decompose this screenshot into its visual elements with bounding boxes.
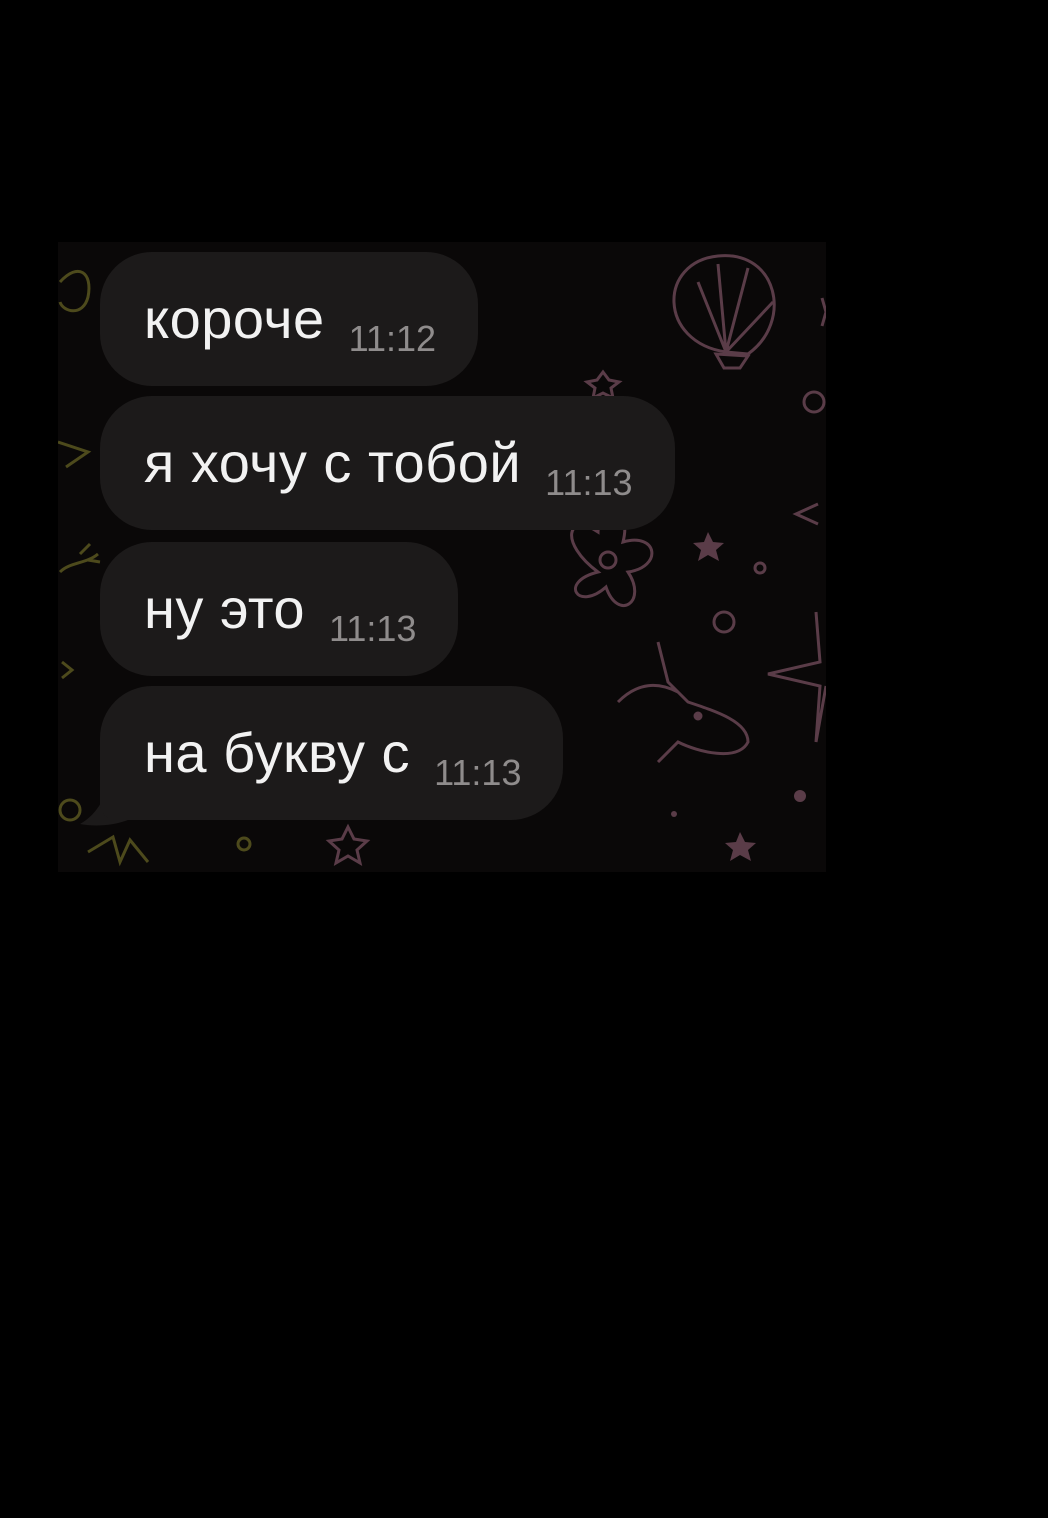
message-text: ну это bbox=[144, 577, 305, 640]
chat-screenshot: короче 11:12 я хочу с тобой 11:13 ну это… bbox=[58, 242, 826, 872]
message-text: на букву с bbox=[144, 721, 411, 784]
message-text: я хочу с тобой bbox=[144, 431, 522, 494]
message-bubble[interactable]: короче 11:12 bbox=[100, 252, 479, 386]
star-icon bbox=[325, 823, 371, 867]
message-time: 11:13 bbox=[434, 752, 522, 793]
message-time: 11:13 bbox=[545, 462, 633, 503]
message-bubble[interactable]: ну это 11:13 bbox=[100, 542, 459, 676]
message-text: короче bbox=[144, 287, 325, 350]
message-time: 11:12 bbox=[348, 318, 437, 359]
unicorn-icon bbox=[616, 641, 750, 764]
decor-dots bbox=[671, 532, 806, 861]
message-bubble[interactable]: на букву с 11:13 bbox=[100, 686, 564, 820]
seashell-icon bbox=[672, 254, 776, 370]
message-bubble[interactable]: я хочу с тобой 11:13 bbox=[100, 396, 675, 530]
message-time: 11:13 bbox=[329, 608, 417, 649]
